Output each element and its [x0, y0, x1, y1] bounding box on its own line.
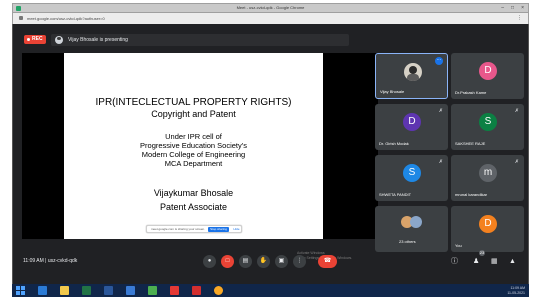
presenter-avatar — [55, 36, 63, 44]
more-vert-icon: ⋮ — [296, 258, 303, 264]
more-options-button[interactable]: ⋮ — [293, 255, 306, 268]
hide-button[interactable]: Hide — [232, 227, 241, 232]
system-tray-clock[interactable]: 11:09 AM 11-05-2021 — [507, 286, 525, 295]
windows-taskbar: 11:09 AM 11-05-2021 — [12, 284, 529, 297]
recording-badge: REC — [24, 35, 46, 44]
participant-tile[interactable]: ✗ S SAKSHEE RAJE — [451, 104, 524, 150]
window-title: Meet - usz-cvkd-qdk - Google Chrome — [236, 5, 305, 10]
participant-avatar: S — [479, 113, 497, 131]
participant-tile[interactable]: ✗ S SHWETA PANDIT — [375, 155, 448, 201]
word-icon[interactable] — [104, 286, 113, 295]
hand-icon: ✋ — [259, 258, 268, 264]
participant-name: You — [455, 243, 462, 248]
presentation-slide: IPR(INTECLECTUAL PROPERTY RIGHTS) Copyri… — [64, 53, 323, 239]
slide-presenter-name: Vijaykumar Bhosale — [153, 188, 234, 198]
participant-tile[interactable]: ✗ D Dr. Girish Modak — [375, 104, 448, 150]
mic-off-icon: ✗ — [438, 159, 443, 165]
participant-name: Dr.Prakash Kame — [455, 90, 487, 95]
mic-icon: ● — [207, 258, 212, 264]
stop-sharing-button[interactable]: Stop sharing — [208, 227, 229, 232]
participant-photo — [404, 63, 422, 81]
record-dot-icon — [27, 38, 30, 41]
url-text[interactable]: meet.google.com/usz-cvkd-qdk?authuser=0 — [27, 15, 105, 22]
acrobat-icon[interactable] — [170, 286, 179, 295]
participant-avatar: m — [479, 164, 497, 182]
app-icon[interactable] — [148, 286, 157, 295]
slide-text-line: MCA Department — [164, 159, 223, 168]
mic-off-icon: ✗ — [438, 108, 443, 114]
camera-off-icon: □ — [225, 258, 230, 264]
presenting-text: Vijay Bhosale is presenting — [68, 37, 128, 43]
participant-avatar: S — [403, 164, 421, 182]
app-icon[interactable] — [192, 286, 201, 295]
participant-group-icon — [401, 216, 423, 228]
phone-hangup-icon: ☎ — [323, 258, 332, 264]
leave-call-button[interactable]: ☎ — [318, 255, 337, 268]
participant-name: Vijay Bhosale — [380, 89, 405, 94]
participant-avatar: D — [403, 113, 421, 131]
windows-start-icon[interactable] — [16, 286, 25, 295]
participant-avatar: D — [479, 215, 497, 233]
slide-text-line: Under IPR cell of — [165, 132, 222, 141]
participants-count-badge: 23 — [479, 250, 485, 256]
others-tile[interactable]: 23 others — [375, 206, 448, 252]
self-tile[interactable]: D You — [451, 206, 524, 252]
microphone-button[interactable]: ● — [203, 255, 216, 268]
camera-button[interactable]: □ — [221, 255, 234, 268]
chrome-icon[interactable] — [214, 286, 223, 295]
tray-time: 11:09 AM — [510, 286, 525, 290]
participant-name: SAKSHEE RAJE — [455, 141, 486, 146]
activities-icon[interactable]: ▲ — [509, 257, 516, 266]
presenting-banner: Vijay Bhosale is presenting — [51, 34, 349, 46]
participant-tile[interactable]: ✗ m mrunal karandikar — [451, 155, 524, 201]
window-titlebar: Meet - usz-cvkd-qdk - Google Chrome – □ … — [12, 3, 529, 13]
minimize-button[interactable]: – — [501, 5, 504, 12]
participant-name: SHWETA PANDIT — [379, 192, 412, 197]
present-icon: ▣ — [278, 258, 285, 264]
participant-tile[interactable]: D Dr.Prakash Kame — [451, 53, 524, 99]
present-button[interactable]: ▣ — [275, 255, 288, 268]
address-bar[interactable]: meet.google.com/usz-cvkd-qdk?authuser=0 … — [12, 13, 529, 24]
others-count: 23 others — [399, 239, 416, 244]
slide-text-line: Modern College of Engineering — [141, 150, 246, 159]
share-message: meet.google.com is sharing your screen. — [151, 227, 206, 231]
mic-off-icon: ✗ — [514, 108, 519, 114]
file-explorer-icon[interactable] — [60, 286, 69, 295]
slide-subtitle: Copyright and Patent — [151, 109, 236, 119]
mic-off-icon: ✗ — [514, 159, 519, 165]
presentation-stage: IPR(INTECLECTUAL PROPERTY RIGHTS) Copyri… — [22, 53, 378, 260]
participant-avatar: D — [479, 62, 497, 80]
slide-title: IPR(INTECLECTUAL PROPERTY RIGHTS) — [95, 97, 292, 108]
slide-text-line: Progressive Education Society's — [140, 141, 247, 150]
edge-icon[interactable] — [38, 286, 47, 295]
raise-hand-button[interactable]: ✋ — [257, 255, 270, 268]
app-icon[interactable] — [126, 286, 135, 295]
tray-date: 11-05-2021 — [507, 290, 525, 295]
chrome-menu-icon[interactable]: ⋮ — [517, 15, 522, 22]
participant-name: Dr. Girish Modak — [379, 141, 409, 146]
more-options-icon[interactable]: ⋯ — [435, 57, 443, 65]
screen-share-popup: meet.google.com is sharing your screen. … — [146, 225, 242, 233]
captions-icon: ▤ — [242, 258, 249, 264]
participant-tile[interactable]: ⋯ Vijay Bhosale — [375, 53, 448, 99]
info-icon[interactable]: ⓘ — [451, 257, 458, 266]
recording-label: REC — [32, 36, 43, 42]
lock-icon — [19, 16, 23, 20]
time-and-meeting-code: 11:09 AM | usz-cvkd-qdk — [23, 258, 78, 264]
close-button[interactable]: × — [521, 5, 524, 12]
slide-presenter-role: Patent Associate — [159, 202, 228, 212]
meet-window: REC Vijay Bhosale is presenting IPR(INTE… — [12, 24, 529, 284]
excel-icon[interactable] — [82, 286, 91, 295]
chat-icon[interactable]: ▦ — [491, 257, 498, 266]
participant-name: mrunal karandikar — [455, 192, 488, 197]
captions-button[interactable]: ▤ — [239, 255, 252, 268]
people-icon[interactable]: ♟ — [473, 257, 479, 266]
maximize-button[interactable]: □ — [511, 5, 514, 12]
